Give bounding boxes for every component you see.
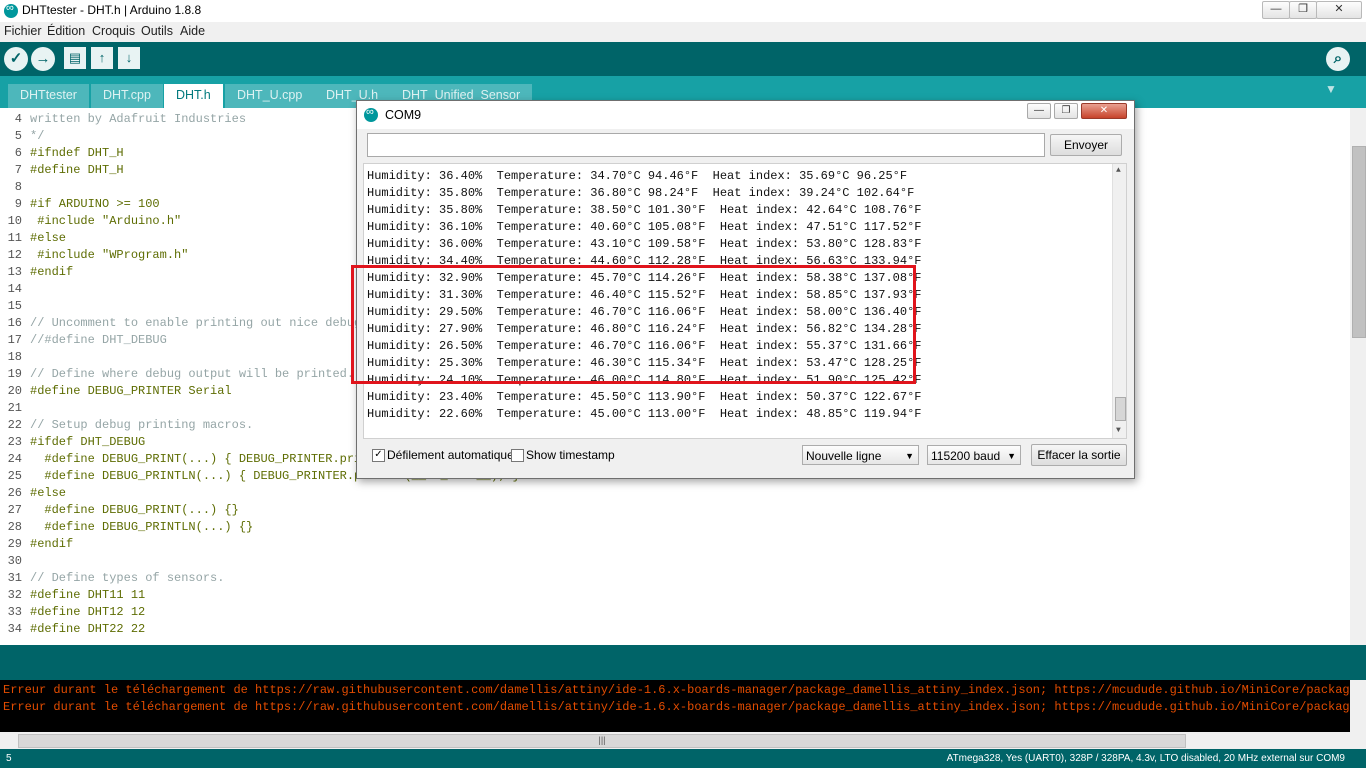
serial-output-line: Humidity: 36.40% Temperature: 34.70°C 94… <box>367 169 908 183</box>
tab-dht-u-cpp[interactable]: DHT_U.cpp <box>225 84 315 108</box>
verify-icon[interactable]: ✓ <box>4 47 28 71</box>
code-line: */ <box>30 129 45 143</box>
tab-dht-cpp[interactable]: DHT.cpp <box>91 84 163 108</box>
code-line: #define DHT22 22 <box>30 622 146 636</box>
serial-output-line: Humidity: 35.80% Temperature: 36.80°C 98… <box>367 186 915 200</box>
baud-rate-select[interactable]: 115200 baud ▼ <box>927 445 1021 465</box>
close-button[interactable]: ✕ <box>1316 1 1362 19</box>
code-line: #define DHT11 11 <box>30 588 146 602</box>
code-line: // Define where debug output will be pri… <box>30 367 355 381</box>
window-title: DHTtester - DHT.h | Arduino 1.8.8 <box>22 3 202 17</box>
serial-output-line: Humidity: 36.00% Temperature: 43.10°C 10… <box>367 237 922 251</box>
code-line: #ifdef DHT_DEBUG <box>30 435 146 449</box>
code-line: #ifndef DHT_H <box>30 146 124 160</box>
menu-edition[interactable]: Édition <box>47 24 85 38</box>
serial-output-line: Humidity: 36.10% Temperature: 40.60°C 10… <box>367 220 922 234</box>
line-ending-select[interactable]: Nouvelle ligne ▼ <box>802 445 919 465</box>
code-line: #else <box>30 231 67 245</box>
code-line: // Setup debug printing macros. <box>30 418 254 432</box>
code-line: #include "Arduino.h" <box>30 214 182 228</box>
status-bar: 5 ATmega328, Yes (UART0), 328P / 328PA, … <box>0 749 1366 768</box>
serial-monitor-icon[interactable]: ⌕ <box>1326 47 1350 71</box>
serial-output-scrollbar[interactable]: ▲ ▼ <box>1112 164 1126 438</box>
code-line: #define DHT_H <box>30 163 124 177</box>
editor-scroll-thumb[interactable] <box>1352 146 1366 338</box>
code-line: #define DEBUG_PRINT(...) { DEBUG_PRINTER… <box>30 452 376 466</box>
serial-minimize-button[interactable]: — <box>1027 103 1051 119</box>
arduino-logo-icon <box>4 2 18 18</box>
serial-maximize-button[interactable]: ❐ <box>1054 103 1078 119</box>
tab-menu-icon[interactable]: ▼ <box>1325 82 1337 96</box>
save-sketch-icon[interactable]: ↓ <box>118 47 140 69</box>
console-vertical-scrollbar[interactable] <box>1350 680 1366 732</box>
code-line: written by Adafruit Industries <box>30 112 247 126</box>
board-info: ATmega328, Yes (UART0), 328P / 328PA, 4.… <box>946 753 1345 764</box>
arduino-logo-icon <box>364 106 378 122</box>
chevron-down-icon: ▼ <box>905 451 914 461</box>
console-error-line: Erreur durant le téléchargement de https… <box>3 683 1349 697</box>
serial-monitor-title: COM9 <box>385 108 422 122</box>
chevron-down-icon: ▼ <box>1007 451 1016 461</box>
code-line: #else <box>30 486 67 500</box>
editor-vertical-scrollbar[interactable] <box>1350 108 1366 645</box>
timestamp-label: Show timestamp <box>526 448 615 462</box>
code-line: #define DHT12 12 <box>30 605 146 619</box>
code-line: #endif <box>30 537 74 551</box>
highlight-rectangle <box>351 265 916 384</box>
clear-output-button[interactable]: Effacer la sortie <box>1031 444 1127 466</box>
serial-close-button[interactable]: ✕ <box>1081 103 1127 119</box>
console-status-band <box>0 645 1366 680</box>
console-output[interactable]: Erreur durant le téléchargement de https… <box>0 680 1350 732</box>
scroll-up-icon[interactable]: ▲ <box>1116 166 1121 175</box>
menu-fichier[interactable]: Fichier <box>4 24 42 38</box>
serial-output-line: Humidity: 22.60% Temperature: 45.00°C 11… <box>367 407 922 421</box>
code-line: // Uncomment to enable printing out nice… <box>30 316 362 330</box>
menu-outils[interactable]: Outils <box>141 24 173 38</box>
console-horizontal-scrollbar[interactable]: ||| <box>0 732 1366 749</box>
code-line: #if ARDUINO >= 100 <box>30 197 160 211</box>
code-line: #define DEBUG_PRINTLN(...) {} <box>30 520 254 534</box>
menu-aide[interactable]: Aide <box>180 24 205 38</box>
tab-dhttester[interactable]: DHTtester <box>8 84 89 108</box>
menu-bar: Fichier Édition Croquis Outils Aide <box>0 22 1366 43</box>
line-ending-value: Nouvelle ligne <box>806 449 882 463</box>
scroll-down-icon[interactable]: ▼ <box>1116 426 1121 435</box>
serial-monitor-titlebar: COM9 — ❐ ✕ <box>357 101 1134 129</box>
autoscroll-label: Défilement automatique <box>387 448 514 462</box>
console-scroll-thumb[interactable]: ||| <box>18 734 1186 748</box>
new-sketch-icon[interactable]: ▤ <box>64 47 86 69</box>
code-line: //#define DHT_DEBUG <box>30 333 167 347</box>
toolbar: ✓ → ▤ ↑ ↓ ⌕ <box>0 42 1366 76</box>
upload-icon[interactable]: → <box>31 47 55 71</box>
maximize-button[interactable]: ❐ <box>1289 1 1317 19</box>
console-error-line: Erreur durant le téléchargement de https… <box>3 700 1349 714</box>
send-button[interactable]: Envoyer <box>1050 134 1122 156</box>
code-line: #endif <box>30 265 74 279</box>
serial-send-input[interactable] <box>367 133 1045 157</box>
window-titlebar: DHTtester - DHT.h | Arduino 1.8.8 — ❐ ✕ <box>0 0 1366 23</box>
autoscroll-checkbox[interactable]: ✓ <box>372 449 385 462</box>
serial-output-line: Humidity: 35.80% Temperature: 38.50°C 10… <box>367 203 922 217</box>
code-line: #define DEBUG_PRINT(...) {} <box>30 503 239 517</box>
code-line: #include "WProgram.h" <box>30 248 189 262</box>
serial-scroll-thumb[interactable] <box>1115 397 1126 421</box>
code-line: // Define types of sensors. <box>30 571 225 585</box>
line-number-indicator: 5 <box>6 753 12 764</box>
tab-dht-h[interactable]: DHT.h <box>164 84 223 108</box>
menu-croquis[interactable]: Croquis <box>92 24 135 38</box>
open-sketch-icon[interactable]: ↑ <box>91 47 113 69</box>
minimize-button[interactable]: — <box>1262 1 1290 19</box>
timestamp-checkbox[interactable] <box>511 449 524 462</box>
baud-rate-value: 115200 baud <box>931 449 1001 463</box>
serial-output-line: Humidity: 23.40% Temperature: 45.50°C 11… <box>367 390 922 404</box>
code-line: #define DEBUG_PRINTER Serial <box>30 384 232 398</box>
